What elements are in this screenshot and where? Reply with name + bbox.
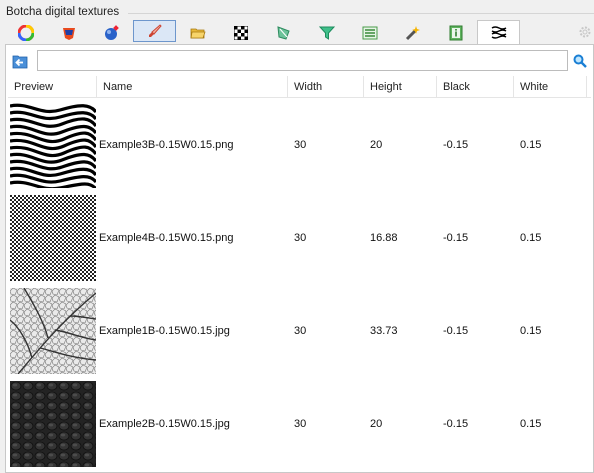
texture-thumbnail <box>10 194 96 281</box>
tab-list[interactable] <box>348 22 391 44</box>
name-cell: Example4B-0.15W0.15.png <box>99 231 234 244</box>
white-cell: 0.15 <box>520 324 542 337</box>
height-cell: 20 <box>370 417 383 430</box>
black-cell: -0.15 <box>443 417 469 430</box>
tab-paint-bucket[interactable] <box>47 22 90 44</box>
tab-filter[interactable] <box>305 22 348 44</box>
name-cell: Example2B-0.15W0.15.jpg <box>99 417 230 430</box>
tab-checker[interactable] <box>219 22 262 44</box>
preview-cell <box>8 98 97 191</box>
texture-thumbnail <box>10 380 96 467</box>
tab-shape[interactable] <box>262 22 305 44</box>
group-divider <box>128 13 594 14</box>
column-header-white[interactable]: White <box>514 76 587 98</box>
black-cell: -0.15 <box>443 231 469 244</box>
column-header-name[interactable]: Name <box>97 76 288 98</box>
height-cell: 33.73 <box>370 324 398 337</box>
wand-icon <box>405 26 420 41</box>
group-title: Botcha digital textures <box>6 6 123 18</box>
width-cell: 30 <box>294 231 307 244</box>
tab-brush[interactable] <box>133 20 176 42</box>
shape-icon <box>276 26 290 40</box>
white-cell: 0.15 <box>520 138 542 151</box>
black-cell: -0.15 <box>443 138 469 151</box>
table-row[interactable]: Example2B-0.15W0.15.jpg 30 20 -0.15 0.15 <box>8 377 591 470</box>
column-header-black[interactable]: Black <box>437 76 514 98</box>
paint-bucket-icon <box>62 28 75 40</box>
preview-cell <box>8 191 97 284</box>
search-icon <box>573 54 587 68</box>
height-cell: 20 <box>370 138 383 151</box>
white-cell: 0.15 <box>520 417 542 430</box>
back-button[interactable] <box>9 50 31 72</box>
width-cell: 30 <box>294 138 307 151</box>
color-wheel-icon <box>17 25 34 41</box>
texture-list: Preview Name Width Height Black White Ex… <box>8 76 591 472</box>
tab-textures[interactable] <box>477 20 520 45</box>
tab-color-wheel[interactable] <box>4 22 47 44</box>
black-cell: -0.15 <box>443 324 469 337</box>
name-cell: Example3B-0.15W0.15.png <box>99 138 234 151</box>
texture-thumbnail <box>10 287 96 374</box>
preview-cell <box>8 377 97 470</box>
back-folder-icon <box>12 55 28 68</box>
tab-info[interactable] <box>434 22 477 44</box>
column-header-preview[interactable]: Preview <box>8 76 97 98</box>
table-row[interactable]: Example4B-0.15W0.15.png 30 16.88 -0.15 0… <box>8 191 591 284</box>
table-row[interactable]: Example1B-0.15W0.15.jpg 30 33.73 -0.15 0… <box>8 284 591 377</box>
settings-gear-icon[interactable] <box>578 25 592 42</box>
name-cell: Example1B-0.15W0.15.jpg <box>99 324 230 337</box>
path-bar <box>9 50 590 72</box>
texture-browser-panel: Preview Name Width Height Black White Ex… <box>5 44 594 473</box>
tab-folder[interactable] <box>176 22 219 44</box>
filter-icon <box>318 26 335 40</box>
checker-icon <box>233 26 248 40</box>
tab-wand[interactable] <box>391 22 434 44</box>
folder-icon <box>190 28 206 39</box>
info-icon <box>449 25 462 41</box>
list-icon <box>362 26 377 40</box>
search-button[interactable] <box>570 51 590 71</box>
column-header-width[interactable]: Width <box>288 76 364 98</box>
list-header: Preview Name Width Height Black White <box>8 76 591 98</box>
texture-icon <box>491 26 506 39</box>
width-cell: 30 <box>294 324 307 337</box>
preview-cell <box>8 284 97 377</box>
width-cell: 30 <box>294 417 307 430</box>
path-input[interactable] <box>37 50 568 71</box>
brush-icon <box>148 24 162 37</box>
column-header-height[interactable]: Height <box>364 76 437 98</box>
texture-thumbnail <box>10 101 96 188</box>
globe-brush-icon <box>104 25 119 40</box>
table-row[interactable]: Example3B-0.15W0.15.png 30 20 -0.15 0.15 <box>8 98 591 191</box>
white-cell: 0.15 <box>520 231 542 244</box>
toolbar-tabs <box>4 20 520 45</box>
height-cell: 16.88 <box>370 231 398 244</box>
tab-globe-brush[interactable] <box>90 22 133 44</box>
